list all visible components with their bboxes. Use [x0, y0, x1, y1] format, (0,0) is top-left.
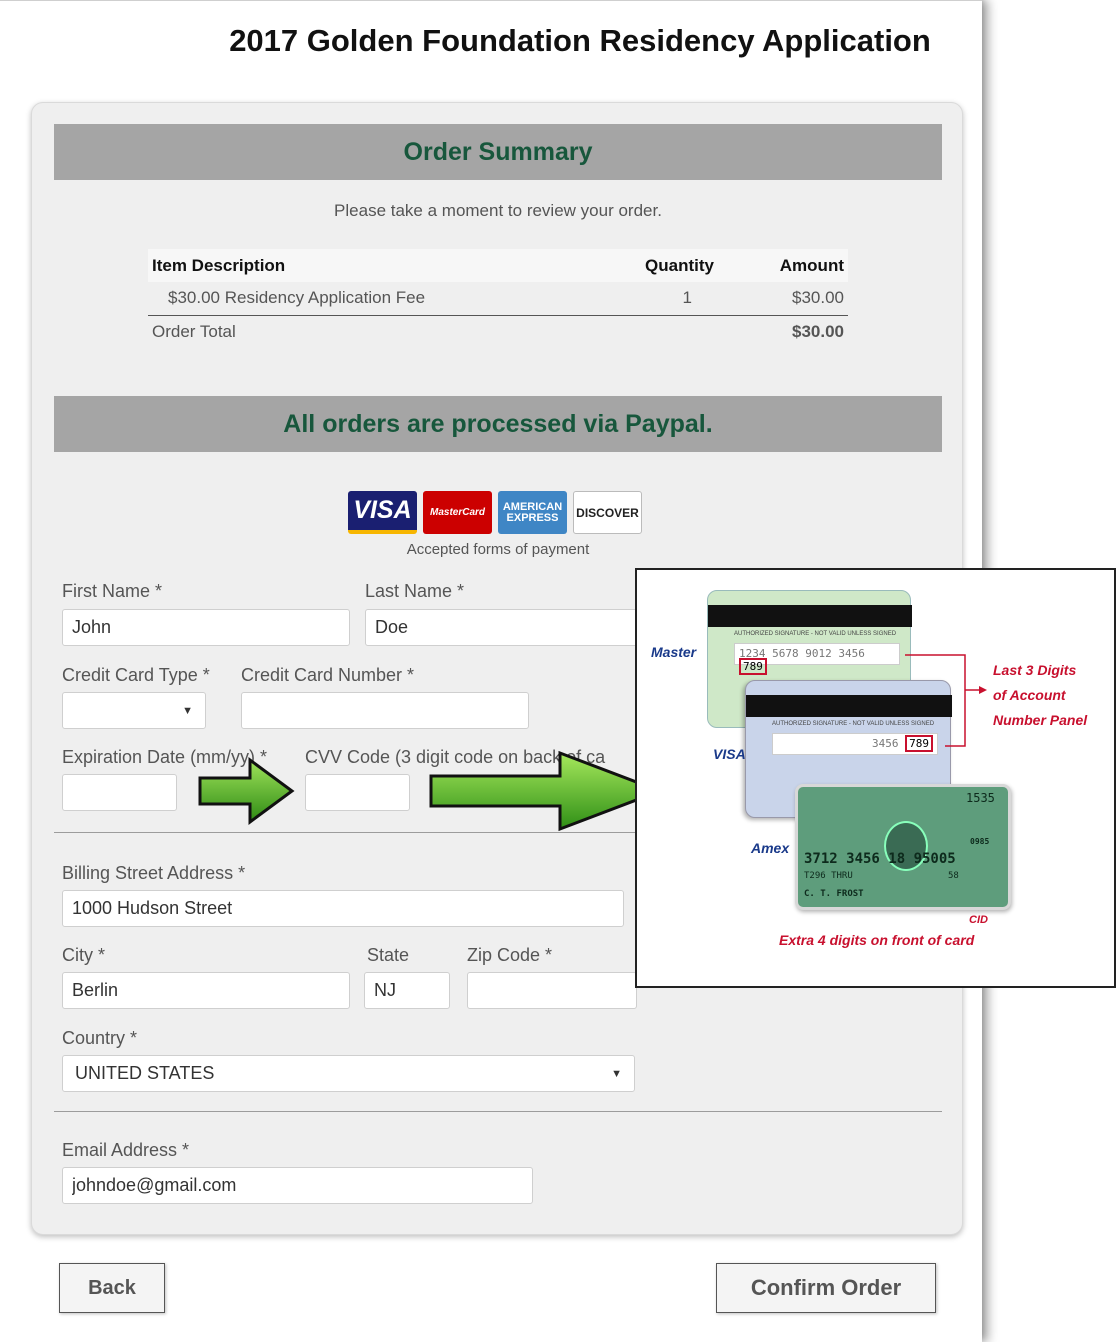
payment-logos: VISA MasterCard AMERICAN EXPRESS DISCOVE… — [348, 491, 642, 534]
amex-front: 1535 0985 3712 3456 18 95005 T296 THRU 5… — [795, 784, 1011, 910]
street-input[interactable] — [62, 890, 624, 927]
discover-logo: DISCOVER — [573, 491, 642, 534]
order-intro-text: Please take a moment to review your orde… — [334, 201, 662, 220]
cid-label: CID — [969, 914, 988, 926]
order-summary-title: Order Summary — [403, 137, 593, 166]
amex-logo-line1: AMERICAN — [502, 500, 563, 513]
amex-number: 3712 3456 18 95005 — [804, 851, 956, 867]
chevron-down-icon: ▼ — [611, 1067, 622, 1080]
item-description: $30.00 Residency Application Fee — [148, 282, 598, 316]
order-total-amount: $30.00 — [792, 321, 844, 341]
zip-label: Zip Code * — [467, 945, 553, 965]
paypal-banner: All orders are processed via Paypal. — [54, 396, 942, 452]
accepted-payment-caption: Accepted forms of payment — [406, 541, 590, 558]
amex-logo-line2: EXPRESS — [506, 511, 559, 524]
card-number-label: Credit Card Number * — [241, 665, 415, 685]
order-total-label: Order Total — [152, 321, 236, 341]
country-label: Country * — [62, 1028, 138, 1048]
email-input[interactable] — [62, 1167, 533, 1204]
last-name-input[interactable] — [365, 609, 655, 646]
amex-name: C. T. FROST — [804, 889, 864, 899]
first-name-label: First Name * — [62, 581, 163, 601]
card-type-label: Credit Card Type * — [62, 665, 210, 685]
back-button[interactable]: Back — [59, 1263, 165, 1313]
amex-label: Amex — [751, 840, 790, 856]
zip-input[interactable] — [467, 972, 637, 1009]
amex-sub2: 58 — [948, 871, 959, 881]
order-summary-header: Order Summary — [54, 124, 942, 180]
visa-logo: VISA — [348, 491, 417, 534]
mastercard-logo: MasterCard — [423, 491, 492, 534]
amex-caption: Extra 4 digits on front of card — [779, 932, 975, 948]
paypal-banner-text: All orders are processed via Paypal. — [283, 409, 713, 438]
email-label: Email Address * — [62, 1140, 190, 1160]
cvv-input[interactable] — [305, 774, 410, 811]
callout-line2: of Account — [993, 687, 1066, 703]
state-input[interactable] — [364, 972, 450, 1009]
chevron-down-icon: ▼ — [182, 704, 193, 717]
callout-line3: Number Panel — [993, 712, 1088, 728]
card-number-input[interactable] — [241, 692, 529, 729]
city-label: City * — [62, 945, 106, 965]
item-quantity: 1 — [598, 282, 718, 316]
section-divider — [54, 1111, 942, 1112]
order-total-row: Order Total $30.00 — [148, 315, 848, 348]
country-value: UNITED STATES — [75, 1063, 215, 1083]
amex-logo: AMERICAN EXPRESS — [498, 491, 567, 534]
mastercard-logo-text: MasterCard — [429, 507, 486, 518]
state-label: State — [367, 945, 410, 965]
order-table: Item Description Quantity Amount $30.00 … — [148, 249, 848, 348]
col-amount: Amount — [718, 249, 848, 282]
last-name-label: Last Name * — [365, 581, 465, 601]
col-item-description: Item Description — [148, 249, 598, 282]
amex-top-digits: 1535 — [966, 791, 995, 805]
callout-lines — [905, 654, 995, 911]
street-label: Billing Street Address * — [62, 863, 246, 883]
arrow-right-icon — [429, 750, 665, 832]
country-select[interactable]: UNITED STATES ▼ — [62, 1055, 635, 1092]
col-quantity: Quantity — [598, 249, 718, 282]
expiration-input[interactable] — [62, 774, 177, 811]
table-row: $30.00 Residency Application Fee 1 $30.0… — [148, 282, 848, 316]
amex-code: 0985 — [970, 837, 990, 846]
arrow-right-icon — [198, 757, 295, 825]
confirm-order-button[interactable]: Confirm Order — [716, 1263, 936, 1313]
card-type-select[interactable]: ▼ — [62, 692, 206, 729]
item-amount: $30.00 — [718, 282, 848, 316]
first-name-input[interactable] — [62, 609, 350, 646]
callout-line1: Last 3 Digits — [993, 662, 1077, 678]
amex-sub: T296 THRU — [804, 871, 853, 881]
city-input[interactable] — [62, 972, 350, 1009]
page-title: 2017 Golden Foundation Residency Applica… — [229, 23, 931, 58]
cvv-help-image: AUTHORIZED SIGNATURE - NOT VALID UNLESS … — [635, 568, 1116, 988]
order-table-header: Item Description Quantity Amount — [148, 249, 848, 282]
